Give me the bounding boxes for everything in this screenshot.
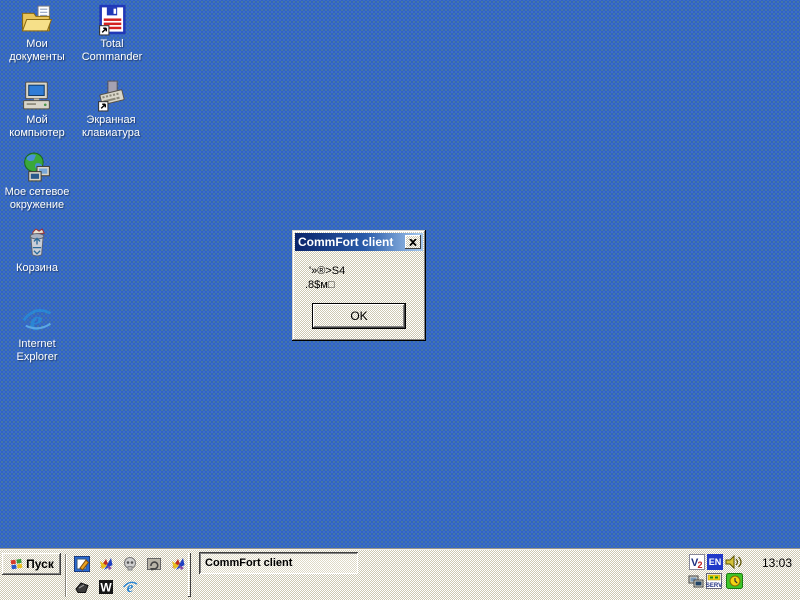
commfort-dialog: CommFort client '»®>S4 .8$м□ OK	[292, 230, 426, 341]
recycle-bin-icon	[20, 227, 54, 260]
dialog-message: '»®>S4 .8$м□	[295, 251, 423, 292]
task-button-label: CommFort client	[205, 557, 292, 569]
my-documents-icon	[20, 3, 54, 36]
desktop-icon-my-computer[interactable]: Мойкомпьютер	[0, 79, 74, 140]
icon-label: TotalCommander	[75, 38, 149, 64]
taskbar-separator	[65, 554, 67, 597]
network-places-icon	[20, 151, 54, 184]
desktop-icon-my-documents[interactable]: Моидокументы	[0, 3, 74, 64]
show-desktop-icon	[74, 556, 90, 572]
taskbar-button-commfort[interactable]: CommFort client	[199, 552, 358, 574]
desktop-icon-network-places[interactable]: Мое сетевоеокружение	[0, 151, 74, 212]
speaker-icon	[725, 554, 743, 570]
dialog-titlebar[interactable]: CommFort client	[295, 233, 423, 251]
ok-button-default-ring: OK	[312, 303, 406, 329]
tray-volume-icon[interactable]	[725, 554, 743, 570]
gray-recycle-icon	[146, 556, 162, 572]
vnc-2: 2	[698, 560, 703, 570]
windows-logo-icon	[9, 557, 24, 571]
start-label: Пуск	[26, 557, 54, 571]
network-computers-icon	[688, 573, 704, 589]
icon-label: InternetExplorer	[0, 338, 74, 364]
tray-vnc-icon[interactable]: V 2	[689, 554, 705, 570]
taskbar: Пуск	[0, 550, 800, 600]
dark-app-icon	[74, 579, 90, 595]
ok-button[interactable]: OK	[313, 304, 405, 328]
on-screen-keyboard-icon	[94, 79, 128, 112]
close-icon	[409, 239, 417, 246]
tray-network-icon[interactable]	[688, 573, 704, 589]
desktop: Моидокументы TotalCommander Мойкомпь	[0, 0, 800, 600]
desktop-icon-internet-explorer[interactable]: e InternetExplorer	[0, 303, 74, 364]
internet-explorer-icon: e	[122, 579, 138, 595]
message-line-2: .8$м□	[305, 278, 423, 292]
svg-text:W: W	[100, 581, 112, 595]
start-button[interactable]: Пуск	[2, 553, 61, 575]
skull-icon	[122, 556, 138, 572]
quicklaunch-gray-recycle-app[interactable]	[143, 553, 165, 575]
tray-serv-icon[interactable]: SERV	[706, 573, 722, 589]
tray-clock[interactable]: 13:03	[762, 556, 792, 570]
toolbar-drag-handle[interactable]	[188, 553, 191, 597]
desktop-icon-recycle-bin[interactable]: Корзина	[0, 227, 74, 275]
quicklaunch-colorful-arrows-app-2[interactable]	[167, 553, 189, 575]
colorful-arrows-icon	[98, 556, 114, 572]
message-line-1: '»®>S4	[305, 264, 423, 278]
quicklaunch-internet-explorer[interactable]: e	[119, 576, 141, 598]
dialog-title: CommFort client	[298, 235, 405, 249]
quicklaunch-show-desktop[interactable]	[71, 553, 93, 575]
desktop-icon-total-commander[interactable]: TotalCommander	[75, 3, 149, 64]
winamp-icon: W	[98, 579, 114, 595]
tray-green-timer-icon[interactable]	[726, 573, 744, 589]
icon-label: Корзина	[0, 262, 74, 275]
icon-label: Мое сетевоеокружение	[0, 186, 74, 212]
total-commander-icon	[95, 3, 129, 36]
close-button[interactable]	[405, 235, 421, 249]
vnc-icon: V 2	[689, 554, 705, 570]
icon-label: Экраннаяклавиатура	[74, 114, 148, 140]
quicklaunch-skull-app[interactable]	[119, 553, 141, 575]
internet-explorer-icon: e	[20, 303, 54, 336]
tray-language-indicator[interactable]: EN	[707, 554, 723, 570]
quicklaunch-colorful-arrows-app[interactable]	[95, 553, 117, 575]
quicklaunch-winamp[interactable]: W	[95, 576, 117, 598]
serv-label: SERV	[706, 583, 722, 589]
icon-label: Мойкомпьютер	[0, 114, 74, 140]
green-timer-icon	[726, 573, 744, 589]
serv-icon: SERV	[706, 573, 722, 589]
desktop-icon-on-screen-keyboard[interactable]: Экраннаяклавиатура	[74, 79, 148, 140]
icon-label: Моидокументы	[0, 38, 74, 64]
quicklaunch-dark-app[interactable]	[71, 576, 93, 598]
colorful-arrows-icon	[170, 556, 186, 572]
my-computer-icon	[20, 79, 54, 112]
